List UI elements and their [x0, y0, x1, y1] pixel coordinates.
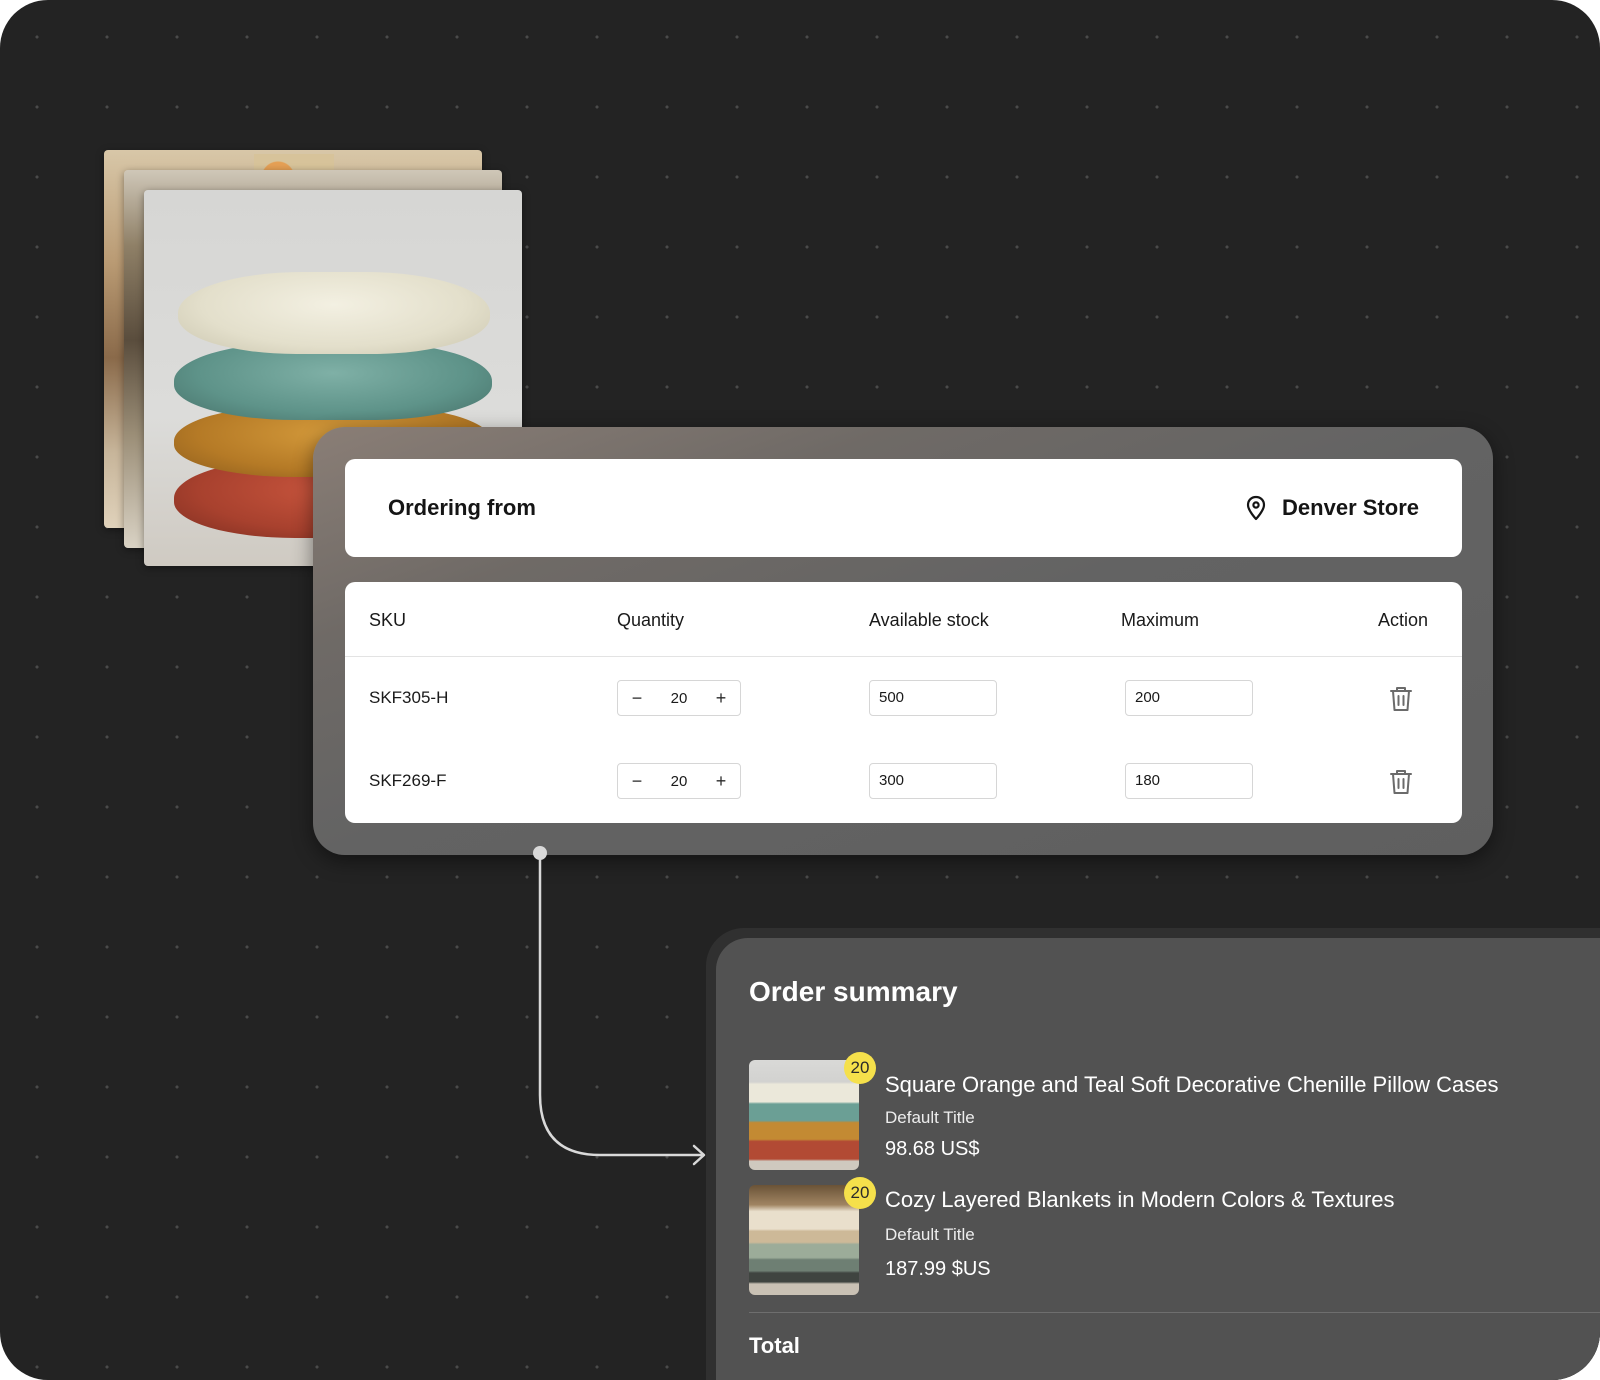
product-name: Cozy Layered Blankets in Modern Colors &…: [885, 1187, 1395, 1212]
ordering-panel: Ordering from Denver Store SKU Quantity …: [313, 427, 1493, 855]
summary-line-item: 20 Square Orange and Teal Soft Decorativ…: [749, 1052, 1600, 1170]
header-divider: [345, 656, 1462, 657]
quantity-stepper: − 20 +: [617, 680, 741, 716]
quantity-value[interactable]: 20: [671, 773, 688, 790]
product-thumbnail: [749, 1185, 859, 1295]
trash-icon[interactable]: [1388, 768, 1414, 796]
product-price: 98.68 US$: [885, 1138, 980, 1160]
increment-button[interactable]: +: [712, 689, 730, 707]
canvas-background: Ordering from Denver Store SKU Quantity …: [0, 0, 1600, 1380]
column-header-action: Action: [1377, 610, 1428, 630]
product-name: Square Orange and Teal Soft Decorative C…: [885, 1072, 1499, 1097]
product-thumbnail: [749, 1060, 859, 1170]
maximum-field[interactable]: 180: [1125, 763, 1253, 799]
quantity-badge: 20: [844, 1177, 876, 1209]
trash-icon[interactable]: [1388, 685, 1414, 713]
sku-cell: SKF305-H: [369, 688, 449, 707]
product-price: 187.99 $US: [885, 1258, 991, 1280]
table-row: SKF305-H − 20 + 500 200: [345, 680, 1462, 716]
quantity-value[interactable]: 20: [671, 690, 688, 707]
order-summary-title: Order summary: [749, 976, 958, 1007]
map-pin-icon: [1246, 495, 1266, 521]
sku-table: SKU Quantity Available stock Maximum Act…: [345, 582, 1462, 823]
increment-button[interactable]: +: [712, 772, 730, 790]
decrement-button[interactable]: −: [628, 772, 646, 790]
summary-line-item: 20 Cozy Layered Blankets in Modern Color…: [749, 1177, 1600, 1295]
decrement-button[interactable]: −: [628, 689, 646, 707]
available-stock-field[interactable]: 500: [869, 680, 997, 716]
summary-divider: [749, 1312, 1600, 1313]
table-row: SKF269-F − 20 + 300 180: [345, 763, 1462, 799]
store-name: Denver Store: [1282, 495, 1419, 520]
ordering-from-label: Ordering from: [388, 495, 536, 520]
product-variant: Default Title: [885, 1108, 975, 1127]
sku-cell: SKF269-F: [369, 771, 447, 790]
column-header-available-stock: Available stock: [869, 610, 989, 630]
store-selector[interactable]: Denver Store: [1244, 495, 1419, 521]
order-summary-panel: Order summary 20 Square Orange and Teal …: [716, 938, 1600, 1380]
available-stock-field[interactable]: 300: [869, 763, 997, 799]
total-label: Total: [749, 1333, 800, 1358]
column-header-quantity: Quantity: [617, 610, 685, 630]
product-variant: Default Title: [885, 1225, 975, 1244]
column-header-sku: SKU: [369, 610, 407, 630]
quantity-badge: 20: [844, 1052, 876, 1084]
quantity-stepper: − 20 +: [617, 763, 741, 799]
ordering-from-card: Ordering from Denver Store: [345, 459, 1462, 557]
maximum-field[interactable]: 200: [1125, 680, 1253, 716]
column-header-maximum: Maximum: [1121, 610, 1200, 630]
